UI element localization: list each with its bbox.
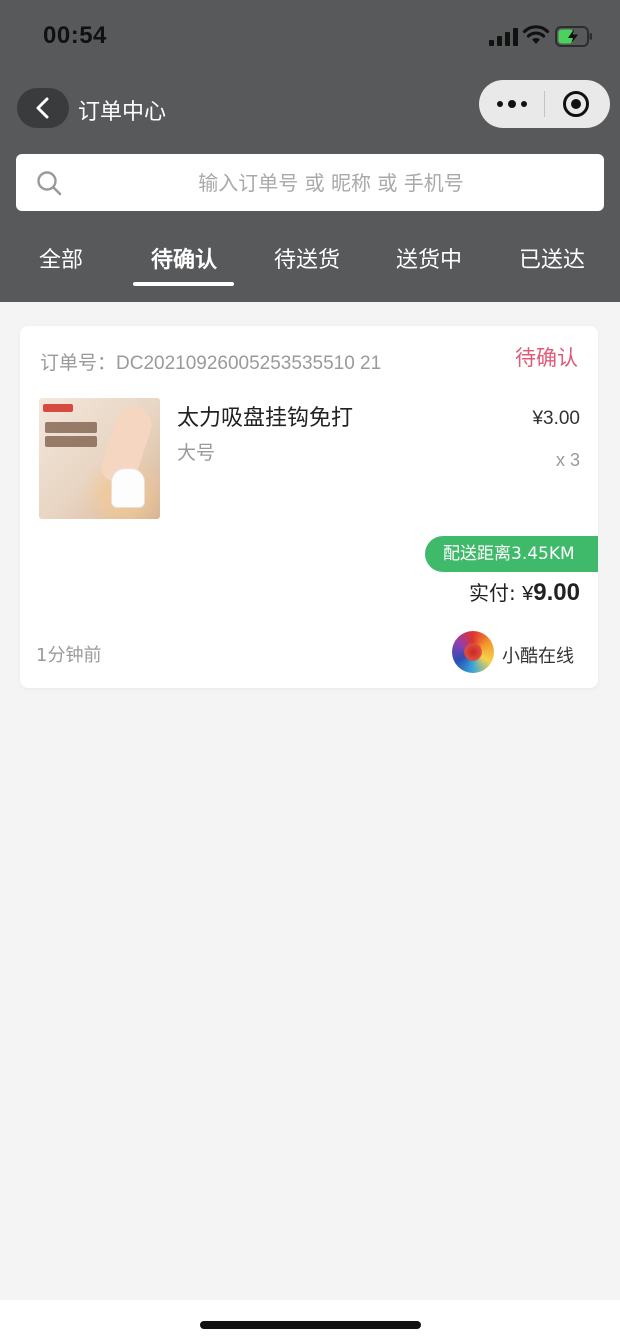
tab-pending-confirm[interactable]: 待确认 bbox=[124, 242, 244, 274]
order-time: 1分钟前 bbox=[36, 645, 102, 666]
cellular-signal-icon bbox=[489, 28, 519, 46]
nav-bar: 订单中心 bbox=[0, 80, 620, 136]
quantity: x 3 bbox=[555, 450, 580, 470]
chevron-left-icon bbox=[36, 97, 49, 119]
paid-currency: ¥ bbox=[522, 583, 534, 605]
tab-delivered[interactable]: 已送达 bbox=[492, 242, 612, 274]
avatar[interactable] bbox=[452, 631, 494, 673]
unit-price: ¥3.00 bbox=[532, 408, 580, 429]
battery-charging-icon bbox=[555, 26, 592, 47]
paid-amount: ¥9.00 bbox=[522, 579, 580, 606]
home-indicator[interactable] bbox=[200, 1321, 421, 1329]
tab-delivering[interactable]: 送货中 bbox=[369, 242, 489, 274]
page-title: 订单中心 bbox=[78, 100, 167, 125]
product-spec: 大号 bbox=[177, 442, 216, 464]
shop-name[interactable]: 小酷在线 bbox=[502, 642, 574, 668]
active-tab-indicator bbox=[133, 282, 234, 286]
tab-all[interactable]: 全部 bbox=[1, 242, 121, 274]
order-status: 待确认 bbox=[515, 346, 578, 370]
capsule-divider bbox=[544, 91, 545, 117]
wifi-icon bbox=[522, 25, 550, 44]
search-input[interactable] bbox=[76, 154, 586, 211]
paid-label: 实付: bbox=[469, 581, 516, 605]
back-button[interactable] bbox=[17, 88, 69, 128]
product-image[interactable] bbox=[39, 398, 160, 519]
target-icon[interactable] bbox=[563, 91, 589, 117]
status-bar: 00:54 bbox=[0, 0, 620, 72]
order-number: 订单号：DC20210926005253535510 21 bbox=[40, 353, 382, 374]
search-icon bbox=[37, 171, 62, 196]
search-bar bbox=[16, 154, 604, 211]
more-dots-icon[interactable] bbox=[497, 96, 529, 112]
order-card[interactable]: 订单号：DC20210926005253535510 21 待确认 太力吸盘挂钩… bbox=[20, 326, 598, 688]
order-tabs: 全部 待确认 待送货 送货中 已送达 bbox=[0, 230, 620, 290]
mini-program-capsule bbox=[479, 80, 610, 128]
paid-value: 9.00 bbox=[533, 579, 580, 606]
paid-total: 实付: ¥9.00 bbox=[469, 577, 580, 607]
product-name: 太力吸盘挂钩免打 bbox=[177, 406, 354, 431]
delivery-distance-badge: 配送距离3.45KM bbox=[425, 536, 598, 572]
header: 00:54 订单中心 输入订单号 或 昵称 或 手机号 全部 待确认 待送货 送… bbox=[0, 0, 620, 302]
tab-pending-delivery[interactable]: 待送货 bbox=[247, 242, 367, 274]
status-time: 00:54 bbox=[43, 22, 107, 49]
